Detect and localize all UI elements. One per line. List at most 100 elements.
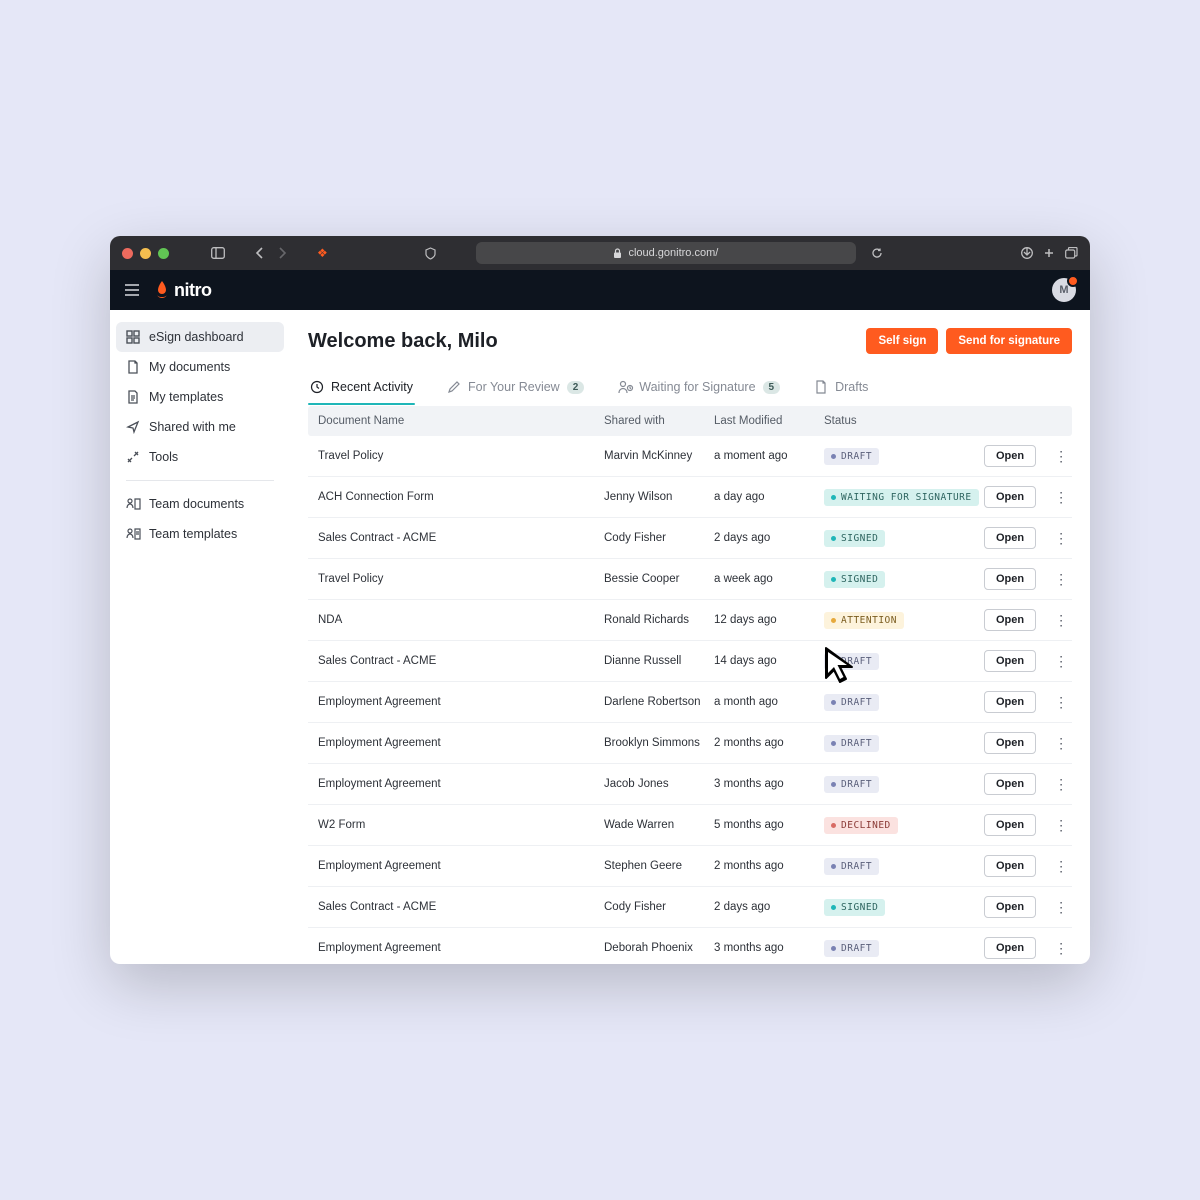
open-button[interactable]: Open: [984, 896, 1036, 918]
table-row: Employment AgreementStephen Geere2 month…: [308, 846, 1072, 887]
sidebar-item-team-templates[interactable]: Team templates: [116, 519, 284, 549]
self-sign-button[interactable]: Self sign: [866, 328, 938, 354]
open-button[interactable]: Open: [984, 650, 1036, 672]
row-menu-icon[interactable]: ⋮: [1052, 900, 1070, 914]
open-button[interactable]: Open: [984, 732, 1036, 754]
status-badge: SIGNED: [824, 530, 885, 547]
open-button[interactable]: Open: [984, 937, 1036, 959]
open-button[interactable]: Open: [984, 855, 1036, 877]
cell-last-modified: a week ago: [714, 573, 824, 585]
row-menu-icon[interactable]: ⋮: [1052, 777, 1070, 791]
open-button[interactable]: Open: [984, 568, 1036, 590]
hamburger-icon[interactable]: [124, 283, 140, 297]
tab-label: Waiting for Signature: [639, 380, 755, 394]
cell-shared-with: Cody Fisher: [604, 532, 714, 544]
tab-waiting-signature[interactable]: Waiting for Signature 5: [616, 374, 782, 404]
sidebar-item-tools[interactable]: Tools: [116, 442, 284, 472]
cell-shared-with: Dianne Russell: [604, 655, 714, 667]
row-menu-icon[interactable]: ⋮: [1052, 449, 1070, 463]
tab-recent-activity[interactable]: Recent Activity: [308, 374, 415, 404]
cell-last-modified: 3 months ago: [714, 942, 824, 954]
sidebar-item-label: Shared with me: [149, 420, 236, 434]
row-menu-icon[interactable]: ⋮: [1052, 859, 1070, 873]
col-shared: Shared with: [604, 415, 714, 427]
download-icon[interactable]: [1020, 246, 1034, 260]
cell-document-name: W2 Form: [318, 819, 604, 831]
row-menu-icon[interactable]: ⋮: [1052, 941, 1070, 955]
open-button[interactable]: Open: [984, 445, 1036, 467]
cell-document-name: Employment Agreement: [318, 696, 604, 708]
status-badge: SIGNED: [824, 899, 885, 916]
sidebar-item-label: Team templates: [149, 527, 237, 541]
table-row: Travel PolicyBessie Coopera week agoSIGN…: [308, 559, 1072, 600]
sidebar-toggle-icon[interactable]: [211, 246, 225, 260]
cell-document-name: Sales Contract - ACME: [318, 532, 604, 544]
cell-last-modified: 2 months ago: [714, 860, 824, 872]
sidebar-item-my-templates[interactable]: My templates: [116, 382, 284, 412]
sidebar: eSign dashboard My documents My templates S…: [110, 310, 290, 964]
cell-last-modified: 2 days ago: [714, 532, 824, 544]
window-controls: [122, 248, 169, 259]
cell-last-modified: a day ago: [714, 491, 824, 503]
clock-icon: [310, 380, 324, 394]
cell-status: DRAFT: [824, 776, 984, 793]
cell-status: DECLINED: [824, 817, 984, 834]
row-menu-icon[interactable]: ⋮: [1052, 531, 1070, 545]
brand-logo[interactable]: nitro: [154, 280, 212, 301]
cell-document-name: Sales Contract - ACME: [318, 901, 604, 913]
cell-shared-with: Darlene Robertson: [604, 696, 714, 708]
open-button[interactable]: Open: [984, 773, 1036, 795]
tabs-icon[interactable]: [1064, 246, 1078, 260]
sidebar-item-shared-with-me[interactable]: Shared with me: [116, 412, 284, 442]
main-content: Welcome back, Milo Self sign Send for si…: [290, 310, 1090, 964]
row-menu-icon[interactable]: ⋮: [1052, 613, 1070, 627]
sidebar-item-team-documents[interactable]: Team documents: [116, 489, 284, 519]
row-menu-icon[interactable]: ⋮: [1052, 818, 1070, 832]
cell-document-name: Employment Agreement: [318, 860, 604, 872]
sidebar-item-my-documents[interactable]: My documents: [116, 352, 284, 382]
new-tab-icon[interactable]: [1042, 246, 1056, 260]
tab-for-your-review[interactable]: For Your Review 2: [445, 374, 586, 404]
maximize-window-icon[interactable]: [158, 248, 169, 259]
open-button[interactable]: Open: [984, 814, 1036, 836]
tab-drafts[interactable]: Drafts: [812, 374, 870, 404]
cell-document-name: Sales Contract - ACME: [318, 655, 604, 667]
status-badge: DRAFT: [824, 940, 879, 957]
url-bar[interactable]: cloud.gonitro.com/: [476, 242, 856, 264]
cell-last-modified: 5 months ago: [714, 819, 824, 831]
send-for-signature-button[interactable]: Send for signature: [946, 328, 1072, 354]
col-status: Status: [824, 415, 984, 427]
sidebar-item-esign-dashboard[interactable]: eSign dashboard: [116, 322, 284, 352]
row-menu-icon[interactable]: ⋮: [1052, 654, 1070, 668]
table-row: Employment AgreementJacob Jones3 months …: [308, 764, 1072, 805]
close-window-icon[interactable]: [122, 248, 133, 259]
user-avatar[interactable]: M: [1052, 278, 1076, 302]
browser-titlebar: ❖ cloud.gonitro.com/: [110, 236, 1090, 270]
tabs: Recent Activity For Your Review 2 Waitin…: [308, 374, 1072, 404]
cell-shared-with: Bessie Cooper: [604, 573, 714, 585]
status-badge: DRAFT: [824, 694, 879, 711]
cell-status: DRAFT: [824, 858, 984, 875]
cell-last-modified: 12 days ago: [714, 614, 824, 626]
minimize-window-icon[interactable]: [140, 248, 151, 259]
share-icon: [126, 420, 140, 434]
waiting-count-badge: 5: [763, 381, 781, 394]
status-badge: DECLINED: [824, 817, 898, 834]
cell-status: WAITING FOR SIGNATURE: [824, 489, 984, 506]
nav-back-icon[interactable]: [253, 246, 267, 260]
template-icon: [126, 390, 140, 404]
open-button[interactable]: Open: [984, 691, 1036, 713]
open-button[interactable]: Open: [984, 486, 1036, 508]
cell-last-modified: 2 months ago: [714, 737, 824, 749]
row-menu-icon[interactable]: ⋮: [1052, 490, 1070, 504]
sidebar-item-label: My documents: [149, 360, 230, 374]
cell-document-name: Employment Agreement: [318, 737, 604, 749]
shield-icon[interactable]: [424, 246, 438, 260]
open-button[interactable]: Open: [984, 609, 1036, 631]
row-menu-icon[interactable]: ⋮: [1052, 736, 1070, 750]
open-button[interactable]: Open: [984, 527, 1036, 549]
nav-forward-icon[interactable]: [275, 246, 289, 260]
row-menu-icon[interactable]: ⋮: [1052, 695, 1070, 709]
refresh-icon[interactable]: [870, 246, 884, 260]
row-menu-icon[interactable]: ⋮: [1052, 572, 1070, 586]
